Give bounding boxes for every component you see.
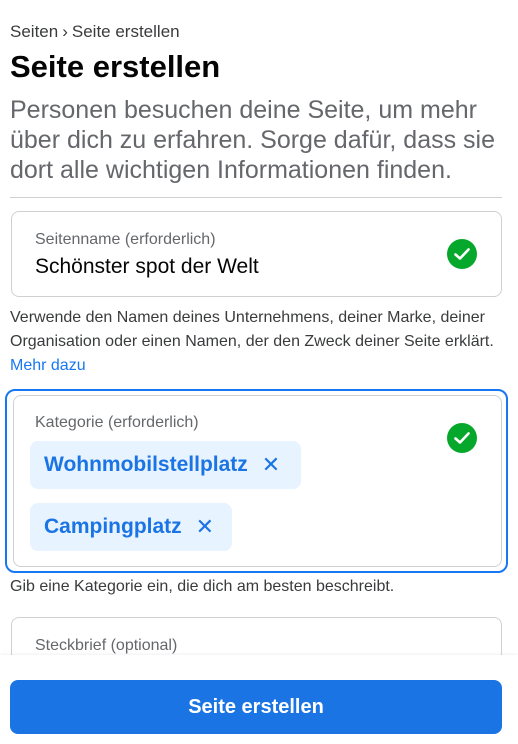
- category-chip: Wohnmobilstellplatz ✕: [30, 441, 301, 489]
- check-circle-icon: [447, 423, 477, 453]
- footer-bar: Seite erstellen: [0, 655, 518, 744]
- category-label: Kategorie (erforderlich): [35, 414, 199, 431]
- close-icon[interactable]: ✕: [262, 441, 280, 489]
- divider: [10, 197, 502, 198]
- breadcrumb-current: Seite erstellen: [71, 22, 180, 41]
- intro-text: Personen besuchen deine Seite, um mehr ü…: [10, 96, 496, 184]
- create-page-button[interactable]: Seite erstellen: [10, 680, 502, 734]
- page-name-value[interactable]: Schönster spot der Welt: [35, 254, 259, 280]
- breadcrumb: Seiten › Seite erstellen: [10, 22, 180, 42]
- category-help: Gib eine Kategorie ein, die dich am best…: [10, 578, 395, 595]
- breadcrumb-separator: ›: [62, 22, 68, 41]
- page-name-help-text: Verwende den Namen deines Unternehmens, …: [10, 309, 494, 350]
- learn-more-link[interactable]: Mehr dazu: [10, 357, 86, 374]
- page-title: Seite erstellen: [10, 49, 221, 84]
- category-chip-label: Campingplatz: [44, 515, 182, 538]
- bio-label: Steckbrief (optional): [35, 637, 178, 654]
- breadcrumb-parent[interactable]: Seiten: [10, 22, 58, 41]
- close-icon[interactable]: ✕: [196, 503, 214, 551]
- page-name-help: Verwende den Namen deines Unternehmens, …: [10, 306, 506, 378]
- page-name-field[interactable]: Seitenname (erforderlich) Schönster spot…: [11, 211, 502, 297]
- category-chip: Campingplatz ✕: [30, 503, 232, 551]
- check-circle-icon: [447, 239, 477, 269]
- category-chip-label: Wohnmobilstellplatz: [44, 453, 248, 476]
- page-name-label: Seitenname (erforderlich): [35, 231, 216, 248]
- category-field[interactable]: Kategorie (erforderlich) Wohnmobilstellp…: [13, 395, 502, 567]
- create-page-form: Seiten › Seite erstellen Seite erstellen P…: [0, 0, 518, 744]
